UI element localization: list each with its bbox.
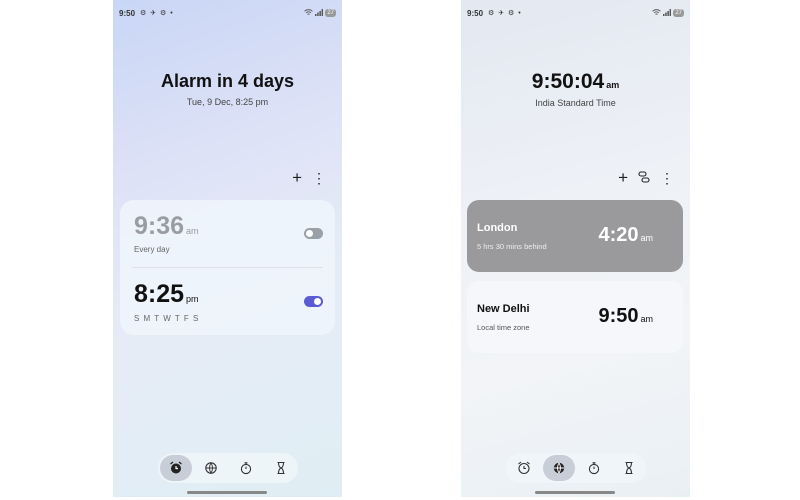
nav-timer[interactable] xyxy=(613,455,645,481)
timer-icon xyxy=(277,461,284,475)
add-alarm-button[interactable]: + xyxy=(292,169,302,186)
nav-alarm[interactable] xyxy=(508,455,540,481)
bottom-nav xyxy=(506,453,646,483)
alarm-summary-title: Alarm in 4 days xyxy=(160,71,295,91)
alarm-summary-subtitle: Tue, 9 Dec, 8:25 pm xyxy=(186,97,269,107)
battery-icon: 27 xyxy=(673,9,684,17)
nav-timer[interactable] xyxy=(265,455,297,481)
current-time-value: 9:50:04 xyxy=(531,70,605,93)
alarm-toggle[interactable] xyxy=(304,296,323,307)
nav-alarm[interactable] xyxy=(159,455,192,481)
toggle-knob xyxy=(314,298,321,305)
current-time-ampm: am xyxy=(606,80,620,90)
status-bar: 9:50 ⚙ ✈ ⚙ • 27 xyxy=(467,6,684,20)
nav-stopwatch[interactable] xyxy=(230,455,262,481)
alarm-list: 9:36 am Every day 8:25 pm S M T W T F S xyxy=(120,200,335,335)
city-offset: Local time zone xyxy=(477,323,530,332)
city-name: New Delhi xyxy=(477,303,530,315)
city-name: London xyxy=(477,222,518,234)
alarm-repeat: Every day xyxy=(134,245,170,254)
bottom-nav xyxy=(158,453,298,483)
wifi-icon xyxy=(304,8,314,18)
alarm-icon xyxy=(169,461,182,474)
status-icons: ⚙ ✈ ⚙ • xyxy=(488,10,522,17)
nav-stopwatch[interactable] xyxy=(578,455,610,481)
alarm-ampm: am xyxy=(186,226,199,236)
alarm-item[interactable]: 9:36 am Every day xyxy=(134,212,199,254)
city-offset: 5 hrs 30 mins behind xyxy=(477,242,547,251)
alarm-screen: 9:50 ⚙ ✈ ⚙ • 27 Alarm in 4 days Tue, 9 D… xyxy=(113,0,342,497)
status-right: 27 xyxy=(652,8,684,18)
status-time: 9:50 xyxy=(119,8,136,18)
world-clock-icon xyxy=(204,462,217,474)
world-clock-toolbar: + ⋮ xyxy=(618,169,674,186)
city-time: 4:20 am xyxy=(598,224,653,247)
nav-world-clock[interactable] xyxy=(542,455,575,481)
alarm-toolbar: + ⋮ xyxy=(292,169,326,186)
stopwatch-icon xyxy=(240,462,251,475)
world-clock-screen: 9:50 ⚙ ✈ ⚙ • 27 9:50:04 am India Standard… xyxy=(461,0,690,497)
city-time-value: 4:20 xyxy=(598,224,639,246)
alarm-time: 8:25 xyxy=(134,280,185,308)
city-card-new-delhi[interactable]: New Delhi Local time zone 9:50 am xyxy=(467,281,683,353)
city-time-ampm: am xyxy=(640,233,653,243)
timer-icon xyxy=(625,461,632,475)
alarm-toggle[interactable] xyxy=(304,228,323,239)
world-clock-icon xyxy=(553,462,564,474)
alarm-days: S M T W T F S xyxy=(134,314,200,323)
city-time-ampm: am xyxy=(640,314,653,324)
stopwatch-icon xyxy=(588,462,599,475)
status-icons: ⚙ ✈ ⚙ • xyxy=(140,10,174,17)
gesture-bar[interactable] xyxy=(535,491,615,494)
alarm-icon xyxy=(517,461,530,475)
battery-icon: 27 xyxy=(325,9,336,17)
more-options-button[interactable]: ⋮ xyxy=(660,170,674,186)
add-city-button[interactable]: + xyxy=(618,169,628,186)
city-time: 9:50 am xyxy=(598,305,653,328)
toggle-knob xyxy=(306,230,313,237)
compare-icon[interactable] xyxy=(638,170,650,186)
gesture-bar[interactable] xyxy=(187,491,267,494)
city-card-london[interactable]: London 5 hrs 30 mins behind 4:20 am xyxy=(467,200,683,272)
signal-icon xyxy=(663,8,672,18)
divider xyxy=(132,267,323,268)
more-options-button[interactable]: ⋮ xyxy=(312,170,326,186)
alarm-ampm: pm xyxy=(186,294,199,304)
status-right: 27 xyxy=(304,8,336,18)
time-zone-label: India Standard Time xyxy=(535,98,616,108)
alarm-item[interactable]: 8:25 pm S M T W T F S xyxy=(134,280,199,323)
current-time: 9:50:04 am xyxy=(461,70,690,94)
status-time: 9:50 xyxy=(467,8,484,18)
signal-icon xyxy=(315,8,324,18)
alarm-time: 9:36 xyxy=(134,212,185,240)
city-time-value: 9:50 xyxy=(598,305,639,327)
wifi-icon xyxy=(652,8,662,18)
status-bar: 9:50 ⚙ ✈ ⚙ • 27 xyxy=(119,6,336,20)
nav-world-clock[interactable] xyxy=(195,455,227,481)
